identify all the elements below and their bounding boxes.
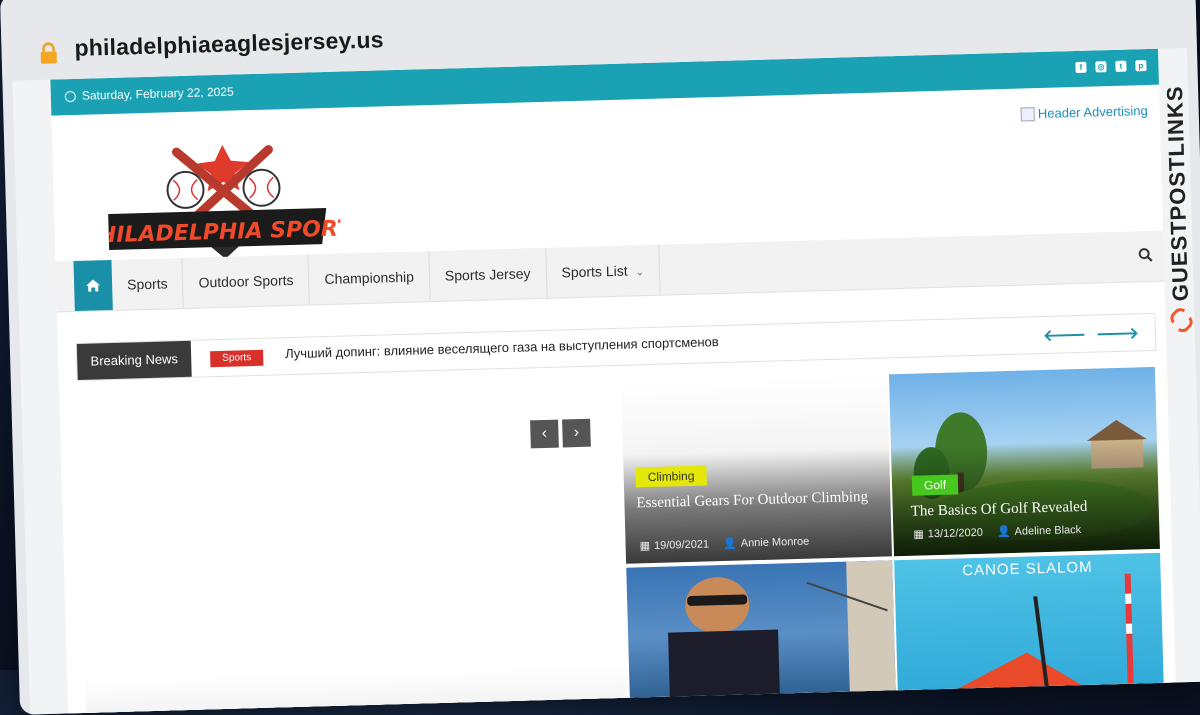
home-button[interactable] [73, 259, 113, 312]
nav-item-outdoor-sports[interactable]: Outdoor Sports [182, 254, 311, 308]
facebook-icon[interactable]: f [1075, 61, 1087, 73]
address-bar-url[interactable]: philadelphiaeaglesjersey.us [74, 26, 384, 62]
nav-item-championship[interactable]: Championship [308, 251, 431, 305]
category-tag-golf[interactable]: Golf [911, 474, 959, 496]
calendar-icon: ▦ 13/12/2020 [913, 526, 984, 541]
broken-image-icon [1020, 106, 1036, 122]
pinterest-icon[interactable]: p [1135, 60, 1147, 72]
slider-next-button[interactable]: › [562, 418, 591, 448]
ad-alt-text: Header Advertising [1037, 103, 1148, 122]
user-icon: 👤 Annie Monroe [722, 535, 810, 551]
date-display: Saturday, February 22, 2025 [64, 84, 234, 104]
category-tag-climbing[interactable]: Climbing [635, 465, 707, 488]
clock-icon [64, 90, 77, 102]
instagram-icon[interactable]: ◎ [1095, 61, 1107, 73]
calendar-icon: ▦ 19/09/2021 [639, 537, 710, 553]
date-text: Saturday, February 22, 2025 [81, 84, 234, 103]
home-icon [86, 279, 101, 292]
arrow-left-icon[interactable]: 🡐 [1043, 324, 1086, 346]
nav-item-sports-list[interactable]: Sports List ⌄ [545, 244, 661, 298]
site-logo[interactable]: PHILADELPHIA SPORTS [106, 138, 341, 264]
web-page: Saturday, February 22, 2025 f ◎ t p PHIL… [50, 48, 1176, 715]
news-card[interactable]: Golf The Basics Of Golf Revealed ▦ 13/12… [888, 366, 1160, 557]
slide-caption-area [85, 663, 627, 715]
news-card[interactable]: Climbing Essential Gears For Outdoor Cli… [621, 374, 893, 564]
user-icon: 👤 Adeline Black [996, 523, 1082, 539]
browser-viewport: Saturday, February 22, 2025 f ◎ t p PHIL… [12, 47, 1200, 715]
slide-category-tag[interactable] [106, 712, 161, 715]
breaking-news-category[interactable]: Sports [210, 349, 264, 368]
card-title[interactable]: Essential Gears For Outdoor Climbing [636, 487, 876, 514]
nav-item-sports-jersey[interactable]: Sports Jersey [429, 247, 548, 302]
header-advertising[interactable]: Header Advertising [1020, 103, 1148, 122]
fishing-image [668, 560, 897, 708]
breaking-news-headline[interactable]: Лучший допинг: влияние веселящего газа н… [285, 334, 719, 361]
featured-slider: ‹ › [77, 381, 627, 715]
link-icon [1170, 308, 1193, 333]
news-card[interactable] [626, 560, 897, 708]
ticker-controls: 🡐 🡒 [1043, 322, 1139, 346]
browser-window: philadelphiaeaglesjersey.us Saturday, Fe… [0, 0, 1200, 715]
nav-item-sports[interactable]: Sports [111, 257, 185, 310]
guestpostlinks-watermark: GUESTPOSTLINKS [1160, 48, 1196, 349]
social-links: f ◎ t p [1075, 60, 1147, 73]
canoe-slalom-image [938, 573, 1134, 700]
lock-icon [40, 42, 57, 64]
card-meta: ▦ 19/09/2021 👤 Annie Monroe [639, 535, 810, 553]
arrow-right-icon[interactable]: 🡒 [1096, 322, 1139, 344]
chevron-down-icon: ⌄ [635, 267, 645, 279]
slider-prev-button[interactable]: ‹ [530, 419, 559, 449]
twitter-icon[interactable]: t [1115, 60, 1127, 72]
search-icon[interactable] [1137, 247, 1153, 263]
breaking-news-label: Breaking News [76, 340, 192, 380]
news-card[interactable]: CANOE SLALOM [894, 552, 1164, 701]
